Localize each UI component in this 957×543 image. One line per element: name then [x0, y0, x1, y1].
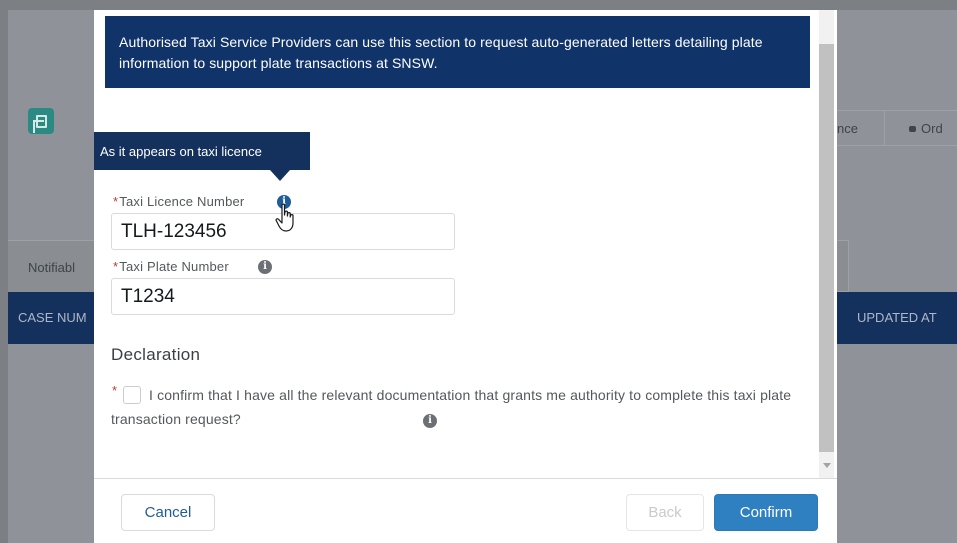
document-icon	[28, 108, 54, 134]
taxi-licence-number-label-text: Taxi Licence Number	[119, 194, 245, 209]
required-marker: *	[113, 259, 119, 274]
background-table-header-right: UPDATED AT	[837, 292, 957, 344]
info-icon[interactable]: i	[423, 414, 437, 428]
background-tab-order-label: Ord	[921, 121, 943, 136]
column-header-updated-at: UPDATED AT	[857, 310, 937, 325]
background-right-tabs: nce Ord	[837, 110, 957, 146]
background-right-panel	[837, 10, 957, 543]
background-tab-order: Ord	[885, 110, 957, 146]
info-icon[interactable]: i	[258, 260, 272, 274]
cancel-button[interactable]: Cancel	[121, 494, 215, 531]
background-tab-notifiable: Notifiabl	[28, 260, 75, 275]
background-tab-edge	[837, 240, 849, 292]
declaration-checkbox[interactable]	[123, 386, 141, 404]
taxi-plate-number-label: *Taxi Plate Number	[113, 259, 229, 274]
plate-letter-request-modal: Authorised Taxi Service Providers can us…	[94, 10, 837, 543]
modal-footer: Cancel Back Confirm	[94, 478, 837, 543]
required-marker: *	[112, 383, 118, 398]
required-marker: *	[113, 194, 119, 209]
info-banner: Authorised Taxi Service Providers can us…	[105, 16, 810, 88]
declaration-heading: Declaration	[111, 345, 201, 364]
taxi-plate-number-input[interactable]: T1234	[111, 278, 455, 315]
taxi-plate-number-label-text: Taxi Plate Number	[119, 259, 229, 274]
background-tab-licence: nce	[837, 110, 885, 146]
bullet-icon	[909, 126, 916, 132]
confirm-button[interactable]: Confirm	[714, 494, 818, 531]
scroll-down-arrow-icon[interactable]	[823, 463, 831, 468]
scrollbar-thumb[interactable]	[819, 44, 834, 452]
back-button[interactable]: Back	[626, 494, 704, 531]
taxi-licence-number-label: *Taxi Licence Number	[113, 194, 244, 209]
modal-scrollbar[interactable]	[819, 10, 834, 480]
hand-cursor-icon	[275, 203, 294, 232]
background-tab-licence-label: nce	[837, 121, 858, 136]
declaration-text: I confirm that I have all the relevant d…	[111, 387, 792, 427]
background-table-header-left: CASE NUM	[8, 292, 94, 344]
licence-number-tooltip: As it appears on taxi licence	[94, 132, 310, 181]
column-header-case-number: CASE NUM	[18, 310, 87, 325]
